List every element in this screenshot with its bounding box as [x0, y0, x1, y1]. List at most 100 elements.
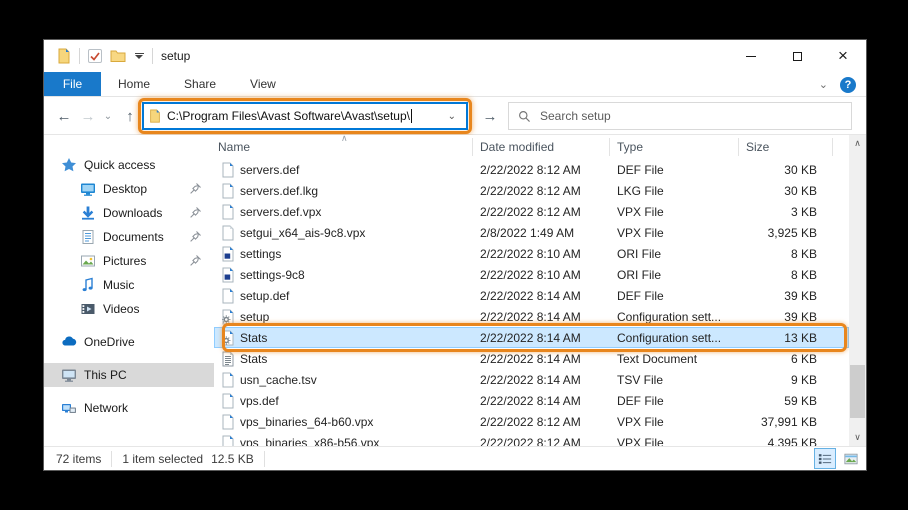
customize-toolbar-chevron-icon[interactable] — [133, 53, 145, 59]
address-bar-highlight: C:\Program Files\Avast Software\Avast\se… — [138, 98, 472, 134]
go-to-button[interactable]: → — [478, 97, 502, 135]
file-type: VPX File — [617, 415, 738, 429]
file-row[interactable]: setup.def 2/22/2022 8:14 AM DEF File 39 … — [214, 285, 849, 306]
file-name: setup.def — [240, 289, 480, 303]
file-row[interactable]: Stats 2/22/2022 8:14 AM Configuration se… — [214, 327, 849, 348]
app-icon[interactable] — [56, 48, 72, 64]
column-divider[interactable] — [609, 138, 610, 156]
vertical-scrollbar[interactable]: ∧ ∨ — [849, 135, 866, 446]
sidebar-item[interactable]: Desktop — [44, 177, 214, 201]
file-row[interactable]: vps.def 2/22/2022 8:14 AM DEF File 59 KB — [214, 390, 849, 411]
file-type: TSV File — [617, 373, 738, 387]
file-type-icon — [220, 225, 236, 241]
column-divider[interactable] — [832, 138, 833, 156]
thumbnails-view-button[interactable] — [840, 448, 862, 469]
column-header-type[interactable]: Type — [617, 140, 643, 154]
minimize-button[interactable] — [728, 40, 774, 72]
column-headers: Name ∧ Date modified Type Size — [214, 135, 849, 159]
help-icon[interactable]: ? — [840, 77, 856, 93]
forward-button[interactable]: → — [76, 97, 100, 135]
column-divider[interactable] — [738, 138, 739, 156]
recent-locations-chevron-icon[interactable]: ⌄ — [100, 97, 116, 135]
sidebar-item-icon — [61, 157, 77, 173]
new-folder-icon[interactable] — [110, 48, 126, 64]
status-bar: 72 items 1 item selected 12.5 KB — [44, 446, 866, 470]
tab-home[interactable]: Home — [101, 72, 167, 96]
file-type: DEF File — [617, 289, 738, 303]
file-row[interactable]: settings-9c8 2/22/2022 8:10 AM ORI File … — [214, 264, 849, 285]
sidebar-item[interactable]: Pictures — [44, 249, 214, 273]
scroll-up-icon[interactable]: ∧ — [849, 135, 866, 152]
sidebar-item-label: Music — [103, 278, 134, 292]
file-row[interactable]: setgui_x64_ais-9c8.vpx 2/8/2022 1:49 AM … — [214, 222, 849, 243]
search-box[interactable]: Search setup — [508, 102, 852, 130]
tab-file[interactable]: File — [44, 72, 101, 96]
address-bar-input[interactable]: C:\Program Files\Avast Software\Avast\se… — [142, 102, 468, 130]
file-name: servers.def.vpx — [240, 205, 480, 219]
file-type-icon — [220, 330, 236, 346]
column-header-size[interactable]: Size — [746, 140, 769, 154]
scroll-down-icon[interactable]: ∨ — [849, 429, 866, 446]
sidebar-item[interactable]: Downloads — [44, 201, 214, 225]
sidebar-item-icon — [80, 301, 96, 317]
file-row[interactable]: Stats 2/22/2022 8:14 AM Text Document 6 … — [214, 348, 849, 369]
column-divider[interactable] — [472, 138, 473, 156]
file-date-modified: 2/22/2022 8:10 AM — [480, 268, 617, 282]
pin-icon — [189, 254, 202, 267]
back-button[interactable]: ← — [52, 97, 76, 135]
close-icon: × — [838, 46, 848, 66]
sidebar-item-icon — [61, 367, 77, 383]
file-size: 13 KB — [738, 331, 817, 345]
sidebar-item[interactable]: Documents — [44, 225, 214, 249]
address-dropdown-chevron-icon[interactable]: ⌄ — [442, 111, 462, 122]
sidebar-item-label: Desktop — [103, 182, 147, 196]
file-row[interactable]: servers.def.vpx 2/22/2022 8:12 AM VPX Fi… — [214, 201, 849, 222]
file-row[interactable]: setup 2/22/2022 8:14 AM Configuration se… — [214, 306, 849, 327]
file-name: settings-9c8 — [240, 268, 480, 282]
sidebar-item[interactable]: Videos — [44, 297, 214, 321]
search-icon — [518, 110, 531, 123]
file-date-modified: 2/22/2022 8:14 AM — [480, 394, 617, 408]
properties-check-icon[interactable] — [87, 48, 103, 64]
column-header-date-modified[interactable]: Date modified — [480, 140, 554, 154]
file-type: DEF File — [617, 163, 738, 177]
scrollbar-thumb[interactable] — [850, 365, 865, 418]
items-count: 72 items — [44, 452, 111, 466]
file-row[interactable]: servers.def 2/22/2022 8:12 AM DEF File 3… — [214, 159, 849, 180]
file-date-modified: 2/22/2022 8:12 AM — [480, 436, 617, 447]
file-name: vps_binaries_64-b60.vpx — [240, 415, 480, 429]
file-row[interactable]: vps_binaries_64-b60.vpx 2/22/2022 8:12 A… — [214, 411, 849, 432]
tab-view[interactable]: View — [233, 72, 293, 96]
sidebar-item-label: This PC — [84, 368, 127, 382]
sidebar-item[interactable]: Network — [44, 396, 214, 420]
sidebar-item-label: Videos — [103, 302, 139, 316]
details-view-button[interactable] — [814, 448, 836, 469]
file-list: Name ∧ Date modified Type Size servers.d… — [214, 135, 849, 446]
close-button[interactable]: × — [820, 40, 866, 72]
sidebar-item[interactable]: OneDrive — [44, 330, 214, 354]
tab-share[interactable]: Share — [167, 72, 233, 96]
folder-icon — [148, 109, 162, 123]
column-header-name[interactable]: Name — [218, 140, 250, 154]
file-type-icon — [220, 372, 236, 388]
sidebar-item-label: OneDrive — [84, 335, 135, 349]
file-row[interactable]: settings 2/22/2022 8:10 AM ORI File 8 KB — [214, 243, 849, 264]
file-date-modified: 2/22/2022 8:12 AM — [480, 184, 617, 198]
sidebar-item[interactable]: Music — [44, 273, 214, 297]
expand-ribbon-chevron-icon[interactable]: ⌄ — [819, 78, 828, 91]
file-size: 8 KB — [738, 247, 817, 261]
file-row[interactable]: vps_binaries_x86-b56.vpx 2/22/2022 8:12 … — [214, 432, 849, 446]
search-placeholder: Search setup — [540, 109, 611, 123]
file-date-modified: 2/22/2022 8:14 AM — [480, 331, 617, 345]
main-content: Quick access Desktop Downloads Documents — [44, 135, 866, 446]
sidebar-item[interactable]: This PC — [44, 363, 214, 387]
maximize-button[interactable] — [774, 40, 820, 72]
file-row[interactable]: servers.def.lkg 2/22/2022 8:12 AM LKG Fi… — [214, 180, 849, 201]
sidebar-item-label: Documents — [103, 230, 164, 244]
sidebar-item[interactable]: Quick access — [44, 153, 214, 177]
sidebar-item-icon — [80, 229, 96, 245]
file-size: 59 KB — [738, 394, 817, 408]
file-name: vps.def — [240, 394, 480, 408]
window-title: setup — [161, 49, 190, 63]
file-row[interactable]: usn_cache.tsv 2/22/2022 8:14 AM TSV File… — [214, 369, 849, 390]
